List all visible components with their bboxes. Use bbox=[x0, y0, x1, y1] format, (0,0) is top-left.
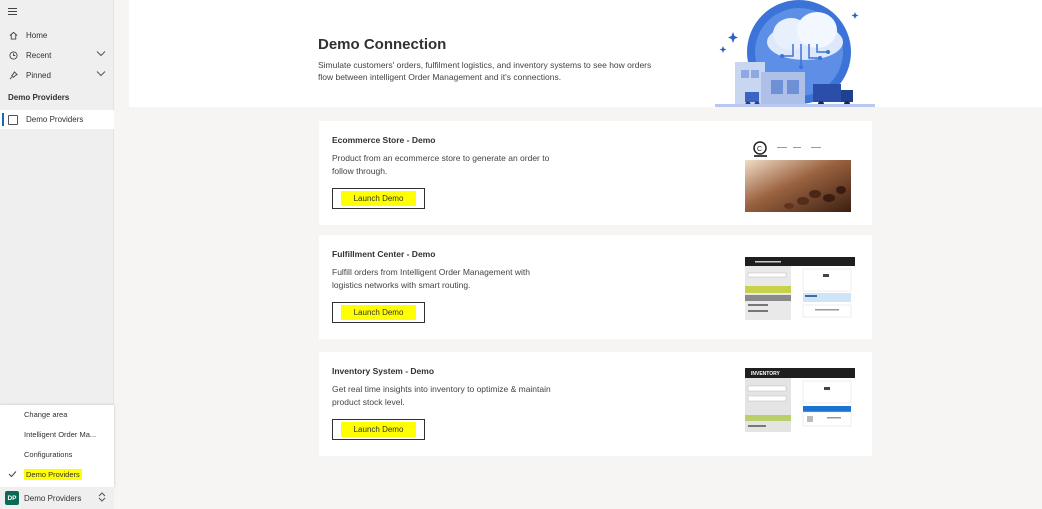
selected-indicator bbox=[2, 113, 4, 126]
sidebar: Home Recent Pinned Demo Providers Demo P… bbox=[0, 0, 114, 509]
nav-home[interactable]: Home bbox=[0, 26, 114, 44]
home-icon bbox=[8, 30, 18, 40]
area-switcher-label: Demo Providers bbox=[24, 493, 82, 503]
card-inventory-system: Inventory System - Demo Get real time in… bbox=[319, 352, 872, 456]
launch-demo-button[interactable]: Launch Demo bbox=[332, 419, 425, 440]
change-area-menu: Change area Intelligent Order Ma... Conf… bbox=[0, 405, 114, 487]
clock-icon bbox=[8, 50, 18, 60]
area-option-label: Demo Providers bbox=[24, 469, 82, 480]
inventory-preview-title: INVENTORY bbox=[751, 371, 781, 377]
launch-demo-label: Launch Demo bbox=[340, 305, 417, 320]
area-option-label: Configurations bbox=[24, 450, 73, 459]
nav-demo-providers[interactable]: Demo Providers bbox=[0, 110, 114, 129]
clipboard-icon bbox=[8, 114, 18, 125]
area-switcher[interactable]: DP Demo Providers bbox=[0, 487, 114, 509]
area-option-intelligent-order-management[interactable]: Intelligent Order Ma... bbox=[0, 426, 114, 443]
card-description: Get real time insights into inventory to… bbox=[332, 384, 551, 407]
page-header: Demo Connection Simulate customers' orde… bbox=[129, 0, 1042, 107]
card-ecommerce-store: Ecommerce Store - Demo Product from an e… bbox=[319, 121, 872, 225]
nav-recent-label: Recent bbox=[26, 50, 52, 60]
hamburger-menu-icon[interactable] bbox=[8, 8, 17, 16]
launch-demo-label: Launch Demo bbox=[340, 422, 417, 437]
area-option-configurations[interactable]: Configurations bbox=[0, 446, 114, 463]
nav-home-label: Home bbox=[26, 30, 48, 40]
pin-icon bbox=[8, 70, 18, 80]
change-area-header: Change area bbox=[24, 410, 68, 419]
area-avatar: DP bbox=[5, 491, 19, 505]
chevron-down-icon[interactable] bbox=[96, 70, 106, 79]
chevron-down-icon[interactable] bbox=[96, 50, 106, 59]
card-fulfillment-center: Fulfillment Center - Demo Fulfill orders… bbox=[319, 235, 872, 339]
nav-pinned-label: Pinned bbox=[26, 70, 51, 80]
card-description: Product from an ecommerce store to gener… bbox=[332, 153, 550, 176]
launch-demo-button[interactable]: Launch Demo bbox=[332, 302, 425, 323]
hero-illustration bbox=[715, 0, 875, 107]
ecommerce-preview-image: C bbox=[745, 138, 855, 213]
page-title: Demo Connection bbox=[318, 36, 447, 53]
area-option-label: Intelligent Order Ma... bbox=[24, 430, 97, 439]
launch-demo-label: Launch Demo bbox=[340, 191, 417, 206]
page-description: Simulate customers' orders, fulfilment l… bbox=[318, 60, 652, 82]
area-option-demo-providers[interactable]: Demo Providers bbox=[0, 466, 114, 483]
nav-group-title: Demo Providers bbox=[8, 93, 70, 102]
svg-text:C: C bbox=[757, 146, 762, 153]
card-title: Ecommerce Store - Demo bbox=[332, 135, 436, 145]
chevron-up-down-icon bbox=[98, 492, 106, 504]
card-title: Fulfillment Center - Demo bbox=[332, 249, 436, 259]
checkmark-icon bbox=[8, 470, 17, 480]
fulfillment-preview-image bbox=[745, 257, 855, 320]
inventory-preview-image: INVENTORY bbox=[745, 368, 855, 432]
nav-pinned[interactable]: Pinned bbox=[0, 66, 114, 84]
launch-demo-button[interactable]: Launch Demo bbox=[332, 188, 425, 209]
card-title: Inventory System - Demo bbox=[332, 366, 435, 376]
nav-demo-providers-label: Demo Providers bbox=[26, 115, 84, 124]
card-description: Fulfill orders from Intelligent Order Ma… bbox=[332, 267, 530, 290]
nav-recent[interactable]: Recent bbox=[0, 46, 114, 64]
